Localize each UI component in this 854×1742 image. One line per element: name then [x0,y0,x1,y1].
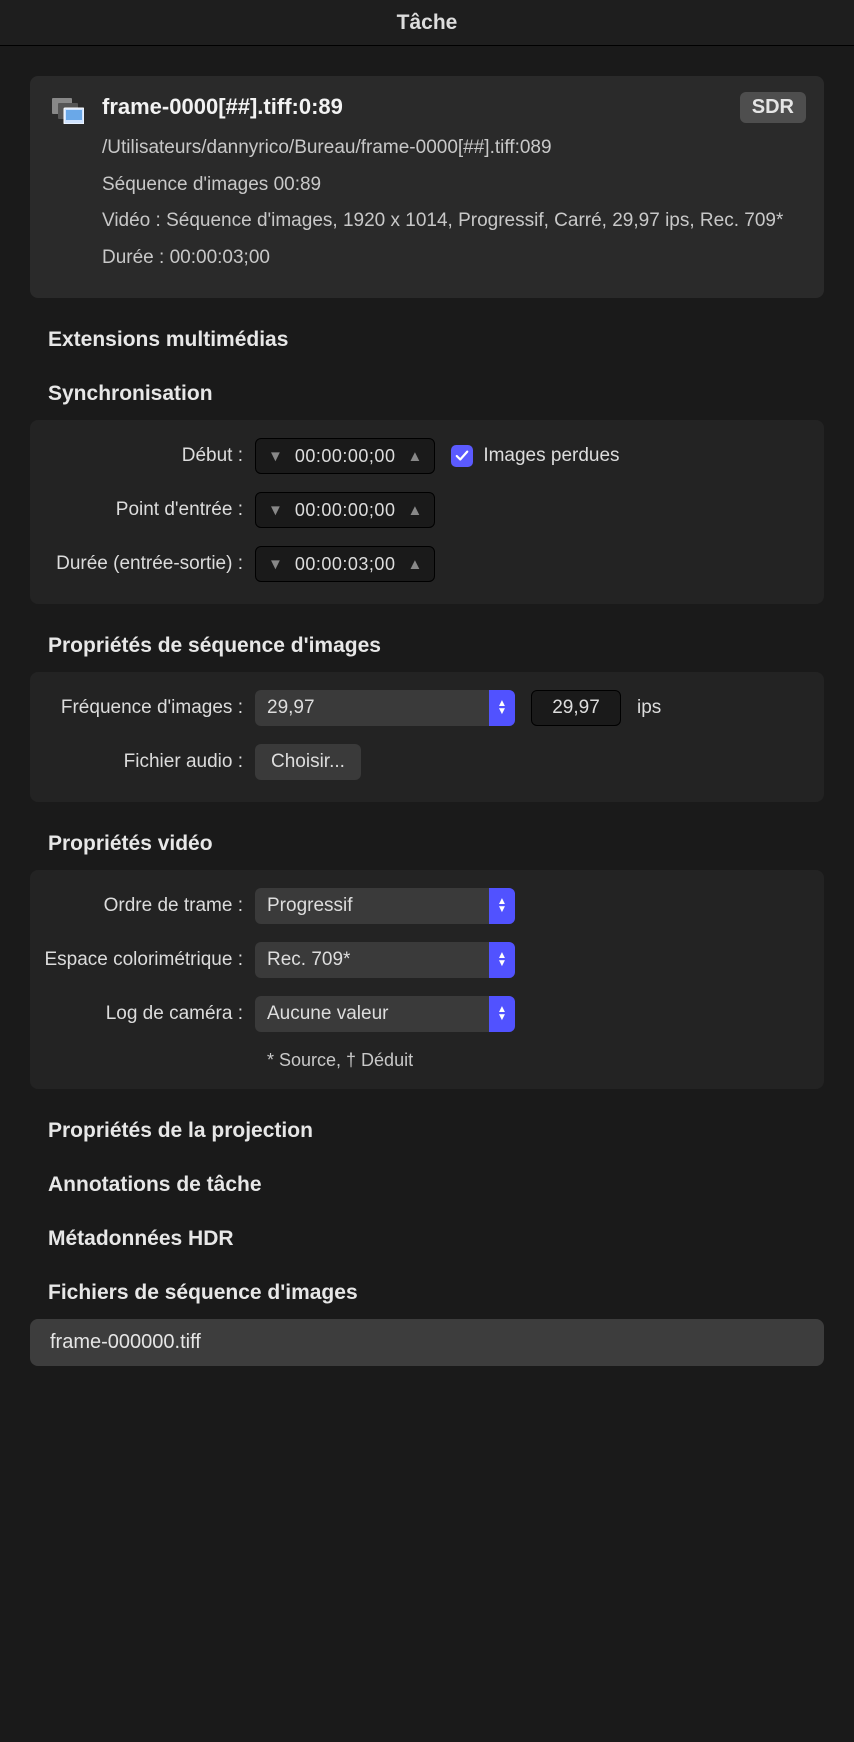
section-projection[interactable]: Propriétés de la projection [48,1119,824,1143]
section-hdr[interactable]: Métadonnées HDR [48,1227,824,1251]
timing-panel: Début : ▼ 00:00:00;00 ▲ Images perdues [30,420,824,604]
chevron-up-icon[interactable]: ▲ [403,448,426,465]
chevron-down-icon[interactable]: ▼ [264,556,287,573]
audiofile-label: Fichier audio : [30,744,255,775]
list-item[interactable]: frame-000000.tiff [30,1319,824,1366]
job-duration: Durée : 00:00:03;00 [102,244,802,273]
sdr-badge: SDR [740,92,806,123]
job-info-panel: frame-0000[##].tiff:0:89 /Utilisateurs/d… [30,76,824,298]
section-video-props[interactable]: Propriétés vidéo [48,832,824,856]
colorspace-select[interactable]: Rec. 709* ▲▼ [255,942,515,978]
field-order-value: Progressif [267,895,353,917]
chevron-up-icon[interactable]: ▲ [403,502,426,519]
cameralog-select[interactable]: Aucune valeur ▲▼ [255,996,515,1032]
field-order-select[interactable]: Progressif ▲▼ [255,888,515,924]
dropped-frames-checkbox[interactable] [451,445,473,467]
section-timing[interactable]: Synchronisation [48,382,824,406]
section-seq-files[interactable]: Fichiers de séquence d'images [48,1281,824,1305]
framerate-label: Fréquence d'images : [30,690,255,721]
updown-icon: ▲▼ [489,942,515,978]
framerate-select-value: 29,97 [267,697,315,719]
sequence-file-list[interactable]: frame-000000.tiff [30,1319,824,1366]
duration-io-label: Durée (entrée-sortie) : [30,546,255,577]
chevron-down-icon[interactable]: ▼ [264,502,287,519]
duration-stepper[interactable]: ▼ 00:00:03;00 ▲ [255,546,435,582]
job-sequence: Séquence d'images 00:89 [102,171,802,200]
framerate-select[interactable]: 29,97 ▲▼ [255,690,515,726]
updown-icon: ▲▼ [489,888,515,924]
stack-icon [52,98,84,124]
duration-value[interactable]: 00:00:03;00 [287,554,404,575]
colorspace-value: Rec. 709* [267,949,350,971]
section-media-extensions[interactable]: Extensions multimédias [48,328,824,352]
section-sequence-props[interactable]: Propriétés de séquence d'images [48,634,824,658]
start-label: Début : [30,438,255,469]
video-props-panel: Ordre de trame : Progressif ▲▼ Espace co… [30,870,824,1089]
job-filename: frame-0000[##].tiff:0:89 [102,94,802,120]
job-path: /Utilisateurs/dannyrico/Bureau/frame-000… [102,134,802,163]
chevron-up-icon[interactable]: ▲ [403,556,426,573]
cameralog-label: Log de caméra : [30,996,255,1027]
in-value[interactable]: 00:00:00;00 [287,500,404,521]
section-annotations[interactable]: Annotations de tâche [48,1173,824,1197]
window-title: Tâche [0,0,854,46]
colorspace-label: Espace colorimétrique : [30,942,255,973]
dropped-frames-label: Images perdues [483,445,619,467]
start-value[interactable]: 00:00:00;00 [287,446,404,467]
sequence-props-panel: Fréquence d'images : 29,97 ▲▼ 29,97 ips … [30,672,824,802]
fps-unit: ips [637,697,661,719]
in-label: Point d'entrée : [30,492,255,523]
in-stepper[interactable]: ▼ 00:00:00;00 ▲ [255,492,435,528]
chevron-down-icon[interactable]: ▼ [264,448,287,465]
updown-icon: ▲▼ [489,690,515,726]
choose-audio-button[interactable]: Choisir... [255,744,361,780]
cameralog-value: Aucune valeur [267,1003,388,1025]
job-video-desc: Vidéo : Séquence d'images, 1920 x 1014, … [102,207,802,236]
updown-icon: ▲▼ [489,996,515,1032]
start-stepper[interactable]: ▼ 00:00:00;00 ▲ [255,438,435,474]
field-order-label: Ordre de trame : [30,888,255,919]
framerate-field[interactable]: 29,97 [531,690,621,726]
legend-footnote: * Source, † Déduit [267,1050,802,1071]
